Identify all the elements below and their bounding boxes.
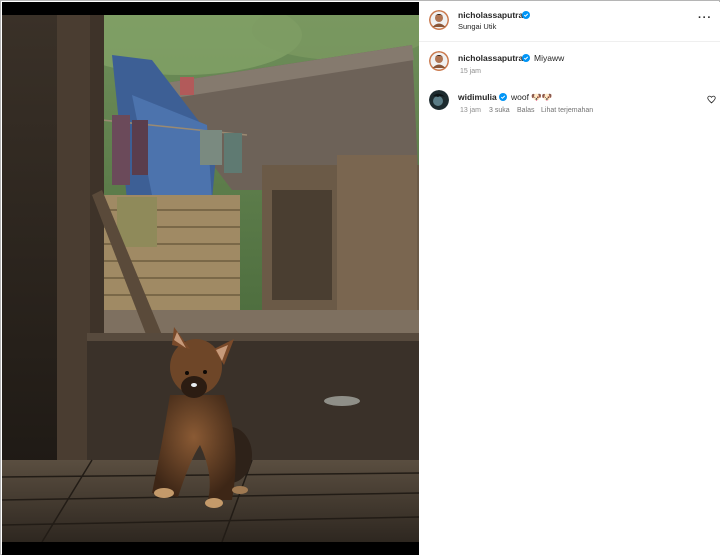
verified-badge-icon xyxy=(522,11,530,19)
heart-outline-icon[interactable] xyxy=(707,95,716,104)
comment-text: woof 🐶🐶 xyxy=(511,92,553,102)
see-translation-button[interactable]: Lihat terjemahan xyxy=(541,107,593,114)
more-options-icon[interactable]: ··· xyxy=(698,12,712,24)
commenter-avatar[interactable] xyxy=(429,51,449,71)
post-dialog: nicholassaputra Sungai Utik ··· nicholas… xyxy=(0,0,720,555)
reply-button[interactable]: Balas xyxy=(517,107,535,114)
post-header: nicholassaputra Sungai Utik ··· xyxy=(419,2,720,42)
comment-time[interactable]: 13 jam xyxy=(460,107,481,114)
commenter-avatar[interactable] xyxy=(429,90,449,110)
photo-letterbox-top xyxy=(2,2,419,15)
comment-username[interactable]: widimulia xyxy=(458,92,497,102)
comment-text: Miyaww xyxy=(534,53,565,63)
puppy-photo-image xyxy=(2,15,419,542)
comment-username[interactable]: nicholassaputra xyxy=(458,53,523,63)
photo-letterbox-bottom xyxy=(2,542,419,555)
comment-likes[interactable]: 3 suka xyxy=(489,107,510,114)
post-photo[interactable] xyxy=(2,15,419,542)
author-username[interactable]: nicholassaputra xyxy=(458,10,523,20)
comments-panel: nicholassaputra Sungai Utik ··· nicholas… xyxy=(419,2,720,555)
post-location[interactable]: Sungai Utik xyxy=(458,22,496,31)
verified-badge-icon xyxy=(499,93,507,101)
comment-time[interactable]: 15 jam xyxy=(460,68,481,75)
author-avatar[interactable] xyxy=(429,10,449,30)
verified-badge-icon xyxy=(522,54,530,62)
